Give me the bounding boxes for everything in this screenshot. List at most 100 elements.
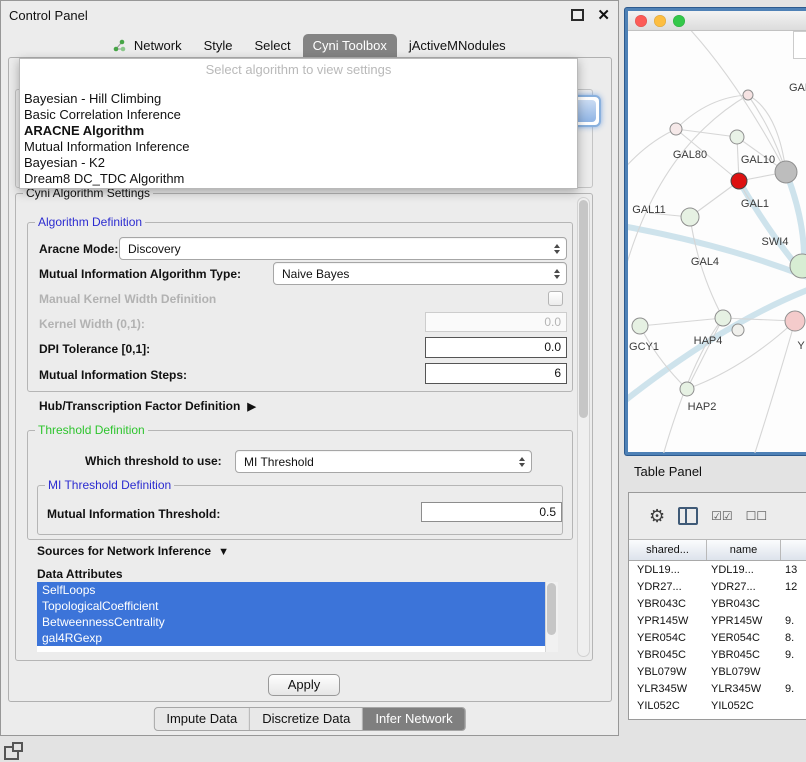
tab-label: Cyni Toolbox [313, 38, 387, 53]
column-header-shared[interactable]: shared... [629, 540, 707, 560]
network-node[interactable] [681, 208, 699, 226]
dropdown-item[interactable]: Basic Correlation Inference [20, 107, 577, 123]
column-header-extra[interactable] [781, 540, 806, 560]
tab-style[interactable]: Style [194, 34, 243, 57]
aracne-mode-combobox[interactable]: Discovery [119, 237, 567, 260]
table-row[interactable]: YIL052CYIL052C [629, 697, 806, 714]
table-cell: 8. [781, 632, 806, 644]
sources-toggle[interactable]: Sources for Network Inference▼ [37, 544, 229, 558]
scrollbar-thumb[interactable] [547, 583, 556, 635]
table-cell: YBR043C [707, 598, 781, 610]
combobox-value: Naive Bayes [282, 267, 349, 281]
columns-icon[interactable] [678, 507, 698, 525]
network-edge [723, 318, 795, 321]
network-node[interactable] [732, 324, 744, 336]
gear-icon[interactable]: ⚙ [649, 507, 665, 525]
tab-jactivemnodules[interactable]: jActiveMNodules [399, 34, 516, 57]
kernel-width-field[interactable]: 0.0 [425, 312, 567, 332]
control-panel-window: Control Panel ✕ Network Style Select Cyn… [0, 0, 619, 736]
table-row[interactable]: YLR345WYLR345W9. [629, 680, 806, 697]
network-node[interactable] [743, 90, 753, 100]
minimize-traffic-light[interactable] [654, 15, 666, 27]
table-cell: YDR27... [707, 581, 781, 593]
combobox-value: Discovery [128, 242, 181, 256]
table-cell: YPR145W [629, 615, 707, 627]
tab-discretize-data[interactable]: Discretize Data [250, 708, 363, 730]
combobox-arrows-icon [519, 457, 525, 467]
list-item[interactable]: TopologicalCoefficient [37, 598, 545, 614]
node-label: HAP2 [688, 401, 717, 413]
tab-label: Network [134, 38, 182, 53]
dropdown-item[interactable]: Bayesian - Hill Climbing [20, 91, 577, 107]
table-cell: YIL052C [629, 700, 707, 712]
mi-steps-field[interactable]: 6 [425, 363, 567, 384]
table-cell: YDL19... [707, 564, 781, 576]
network-edge [640, 318, 723, 326]
table-row[interactable]: YBL079WYBL079W [629, 663, 806, 680]
network-node[interactable] [785, 311, 805, 331]
dropdown-item[interactable]: Dream8 DC_TDC Algorithm [20, 171, 577, 187]
sources-label: Sources for Network Inference [37, 544, 211, 558]
which-threshold-combobox[interactable]: MI Threshold [235, 450, 532, 473]
network-node[interactable] [715, 310, 731, 326]
combobox-arrows-icon [554, 269, 560, 279]
network-node[interactable] [731, 173, 747, 189]
table-row[interactable]: YDR27...YDR27...12 [629, 578, 806, 595]
table-row[interactable]: YBR043CYBR043C [629, 595, 806, 612]
table-cell: YIL052C [707, 700, 781, 712]
list-item[interactable]: BetweennessCentrality [37, 614, 545, 630]
scrollbar-thumb[interactable] [579, 200, 588, 418]
dropdown-item[interactable]: ARACNE Algorithm [20, 123, 577, 139]
control-panel-titlebar: Control Panel ✕ [1, 1, 618, 29]
table-row[interactable]: YER054CYER054C8. [629, 629, 806, 646]
settings-scrollbar[interactable] [577, 197, 590, 657]
table-cell: 9. [781, 615, 806, 627]
list-item[interactable]: gal4RGexp [37, 630, 545, 646]
network-svg: GAL80GAL10GAL11GAL1SWI4GAL4GCY1HAP4HAP2G… [628, 31, 806, 453]
table-row[interactable]: YBR045CYBR045C9. [629, 646, 806, 663]
zoom-traffic-light[interactable] [673, 15, 685, 27]
tab-label: Select [255, 38, 291, 53]
hub-definition-toggle[interactable]: Hub/Transcription Factor Definition▶ [39, 399, 256, 413]
table-panel-window: ⚙ ☑☑ ☐☐ shared... name YDL19...YDL19...1… [628, 492, 806, 720]
table-row[interactable]: YPR145WYPR145W9. [629, 612, 806, 629]
combobox-arrows-icon [554, 244, 560, 254]
column-header-name[interactable]: name [707, 540, 781, 560]
select-all-checkboxes-icon[interactable]: ☑☑ [711, 509, 733, 523]
tab-network[interactable]: Network [103, 34, 191, 57]
tab-cyni-toolbox[interactable]: Cyni Toolbox [303, 34, 397, 57]
control-panel-title: Control Panel [9, 8, 571, 23]
dpi-tolerance-field[interactable]: 0.0 [425, 337, 567, 358]
network-node[interactable] [680, 382, 694, 396]
network-node[interactable] [730, 130, 744, 144]
network-node[interactable] [632, 318, 648, 334]
close-traffic-light[interactable] [635, 15, 647, 27]
mi-algorithm-type-label: Mutual Information Algorithm Type: [39, 267, 241, 281]
table-toolbar: ⚙ ☑☑ ☐☐ [629, 493, 806, 539]
mi-threshold-field[interactable]: 0.5 [421, 502, 562, 522]
table-body: YDL19...YDL19...13YDR27...YDR27...12YBR0… [629, 561, 806, 719]
network-node[interactable] [775, 161, 797, 183]
float-window-icon[interactable] [571, 9, 584, 21]
network-node[interactable] [670, 123, 682, 135]
table-panel-title: Table Panel [634, 464, 702, 479]
bottom-tab-bar: Impute Data Discretize Data Infer Networ… [153, 707, 465, 731]
apply-button[interactable]: Apply [268, 674, 340, 696]
tab-select[interactable]: Select [245, 34, 301, 57]
tab-infer-network[interactable]: Infer Network [363, 708, 464, 730]
manual-kernel-width-checkbox[interactable] [548, 291, 563, 306]
close-icon[interactable]: ✕ [597, 8, 610, 23]
list-scrollbar[interactable] [545, 582, 558, 652]
network-edge [628, 129, 676, 171]
list-item[interactable]: SelfLoops [37, 582, 545, 598]
mi-threshold-label: Mutual Information Threshold: [47, 507, 220, 521]
node-label: HAP4 [694, 335, 723, 347]
mi-algorithm-type-combobox[interactable]: Naive Bayes [273, 262, 567, 285]
dropdown-item[interactable]: Bayesian - K2 [20, 155, 577, 171]
tab-impute-data[interactable]: Impute Data [154, 708, 250, 730]
table-cell: YPR145W [707, 615, 781, 627]
dropdown-item[interactable]: Mutual Information Inference [20, 139, 577, 155]
clear-checkboxes-icon[interactable]: ☐☐ [746, 509, 768, 523]
table-row[interactable]: YDL19...YDL19...13 [629, 561, 806, 578]
minimized-window-icon[interactable] [4, 746, 19, 760]
